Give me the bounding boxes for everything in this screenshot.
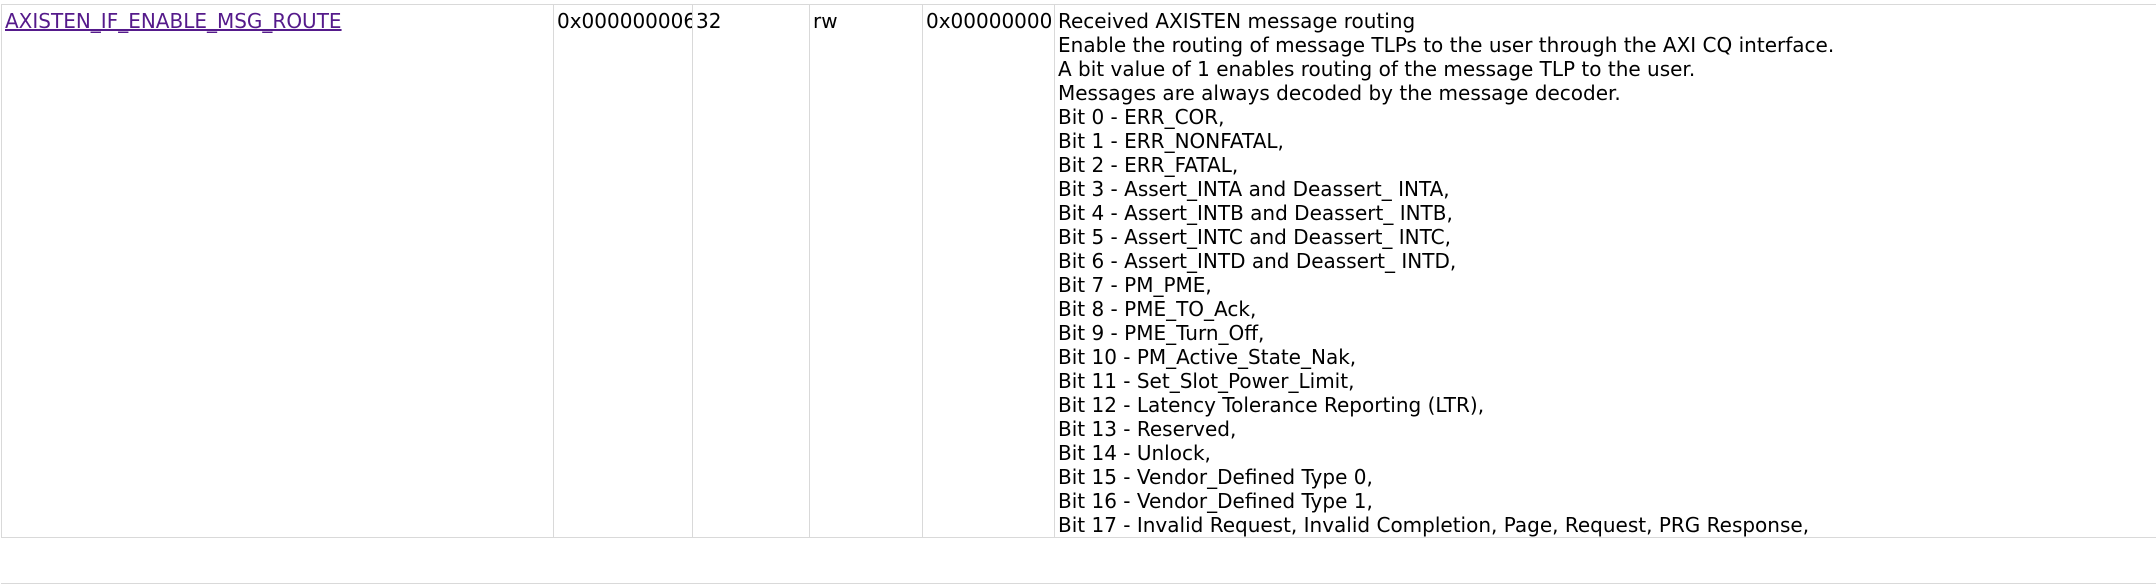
description-line: Received AXISTEN message routing xyxy=(1058,9,1416,33)
description-line: Bit 4 - Assert_INTB and Deassert_ INTB, xyxy=(1058,201,1453,225)
register-access-cell: rw xyxy=(809,4,923,538)
description-line: Bit 12 - Latency Tolerance Reporting (LT… xyxy=(1058,393,1485,417)
description-line: Messages are always decoded by the messa… xyxy=(1058,81,1621,105)
description-line: Bit 3 - Assert_INTA and Deassert_ INTA, xyxy=(1058,177,1450,201)
description-line: Bit 2 - ERR_FATAL, xyxy=(1058,153,1239,177)
register-name-link[interactable]: AXISTEN_IF_ENABLE_MSG_ROUTE xyxy=(5,9,342,33)
description-line: Enable the routing of message TLPs to th… xyxy=(1058,33,1835,57)
description-line: Bit 1 - ERR_NONFATAL, xyxy=(1058,129,1284,153)
register-reset-cell: 0x00000000 xyxy=(922,4,1055,538)
register-width-cell: 32 xyxy=(692,4,810,538)
description-line: Bit 5 - Assert_INTC and Deassert_ INTC, xyxy=(1058,225,1451,249)
description-line: A bit value of 1 enables routing of the … xyxy=(1058,57,1696,81)
description-line: Bit 0 - ERR_COR, xyxy=(1058,105,1225,129)
description-line: Bit 10 - PM_Active_State_Nak, xyxy=(1058,345,1357,369)
description-line: Bit 16 - Vendor_Defined Type 1, xyxy=(1058,489,1373,513)
description-line: Bit 17 - Invalid Request, Invalid Comple… xyxy=(1058,513,1810,537)
description-line: Bit 13 - Reserved, xyxy=(1058,417,1237,441)
register-table: AXISTEN_IF_ENABLE_MSG_ROUTE 0x0000000068… xyxy=(1,4,2156,538)
register-address-cell: 0x0000000068 xyxy=(553,4,693,538)
register-description-cell: Received AXISTEN message routing Enable … xyxy=(1054,4,2156,538)
table-bottom-border xyxy=(1,583,2156,584)
description-line: Bit 14 - Unlock, xyxy=(1058,441,1211,465)
description-line: Bit 8 - PME_TO_Ack, xyxy=(1058,297,1257,321)
description-line: Bit 6 - Assert_INTD and Deassert_ INTD, xyxy=(1058,249,1457,273)
description-line: Bit 15 - Vendor_Defined Type 0, xyxy=(1058,465,1373,489)
table-row: AXISTEN_IF_ENABLE_MSG_ROUTE 0x0000000068… xyxy=(1,4,2156,538)
description-line: Bit 9 - PME_Turn_Off, xyxy=(1058,321,1265,345)
register-name-cell: AXISTEN_IF_ENABLE_MSG_ROUTE xyxy=(1,4,554,538)
description-line: Bit 11 - Set_Slot_Power_Limit, xyxy=(1058,369,1355,393)
description-line: Bit 7 - PM_PME, xyxy=(1058,273,1212,297)
